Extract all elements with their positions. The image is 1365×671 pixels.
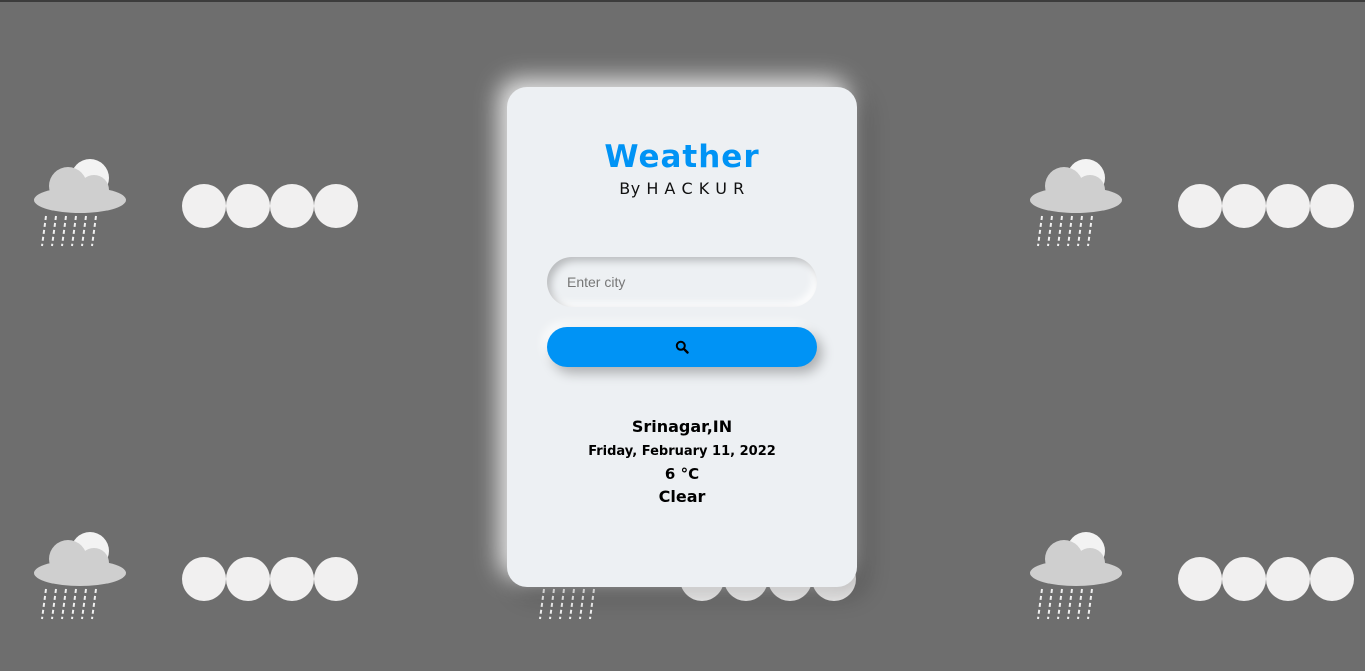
weather-result: Srinagar,IN Friday, February 11, 2022 6 … [507,417,857,506]
cloud-puffs-icon [182,557,358,601]
cloud-puffs-icon [1178,184,1354,228]
cloud-puffs-icon [182,184,358,228]
rain-cloud-sun-icon [34,532,126,620]
weather-card: Weather By H A C K U R Srinagar,IN Frida… [507,87,857,587]
temperature-label: 6 °C [664,465,700,483]
author-byline: By H A C K U R [619,179,745,198]
location-label: Srinagar,IN [631,417,733,436]
rain-cloud-sun-icon [34,159,126,247]
search-icon [675,340,689,354]
search-button[interactable] [547,327,817,367]
city-search-field[interactable] [547,257,817,307]
rain-cloud-sun-icon [1030,532,1122,620]
app-title: Weather [604,139,760,175]
date-label: Friday, February 11, 2022 [588,444,776,459]
cloud-puffs-icon [1178,557,1354,601]
city-input[interactable] [547,257,817,307]
condition-label: Clear [658,487,706,506]
rain-cloud-sun-icon [1030,159,1122,247]
